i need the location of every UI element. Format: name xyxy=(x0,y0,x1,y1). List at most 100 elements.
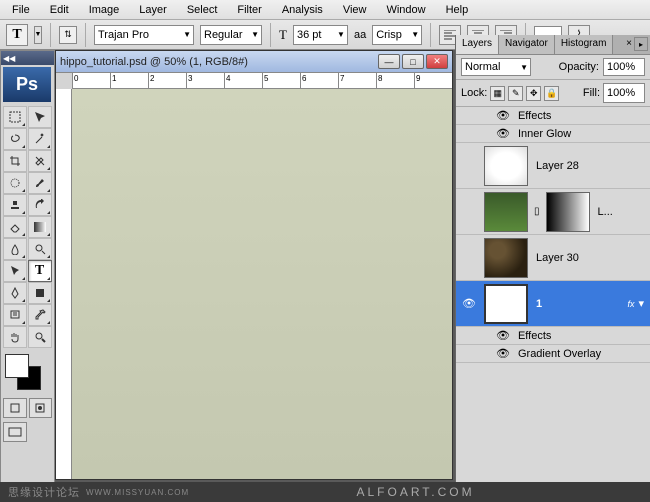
mask-thumbnail[interactable] xyxy=(546,192,590,232)
layer-name[interactable]: L... xyxy=(594,206,648,218)
tool-preset-dropdown[interactable]: ▼ xyxy=(34,26,42,44)
foreground-color-swatch[interactable] xyxy=(5,354,29,378)
lasso-tool[interactable] xyxy=(3,128,27,150)
layer-name[interactable]: Layer 30 xyxy=(532,252,648,264)
layer-row[interactable]: 👁 Layer 28 xyxy=(456,143,650,189)
panel-menu-button[interactable]: ▸ xyxy=(634,37,648,51)
font-family-combo[interactable]: Trajan Pro▼ xyxy=(94,25,194,45)
menu-filter[interactable]: Filter xyxy=(227,2,271,18)
document-titlebar[interactable]: hippo_tutorial.psd @ 50% (1, RGB/8#) — □… xyxy=(56,51,452,73)
visibility-icon[interactable]: 👁 xyxy=(496,329,510,342)
font-style-combo[interactable]: Regular▼ xyxy=(200,25,262,45)
fx-badge[interactable]: fx xyxy=(627,299,634,309)
blend-mode-combo[interactable]: Normal▼ xyxy=(461,58,531,76)
lock-pixels-button[interactable]: ✎ xyxy=(508,86,523,101)
visibility-icon[interactable]: 👁 xyxy=(496,109,510,122)
fill-value: 100% xyxy=(607,87,635,99)
tab-histogram[interactable]: Histogram xyxy=(555,35,614,54)
pen-tool[interactable] xyxy=(3,282,27,304)
menu-window[interactable]: Window xyxy=(376,2,435,18)
layer-row[interactable]: 👁 Layer 30 xyxy=(456,235,650,281)
font-style-value: Regular xyxy=(204,29,243,41)
vertical-ruler[interactable] xyxy=(56,89,72,479)
eyedropper-tool[interactable] xyxy=(28,304,52,326)
lock-all-button[interactable]: 🔒 xyxy=(544,86,559,101)
menu-select[interactable]: Select xyxy=(177,2,228,18)
eraser-tool[interactable] xyxy=(3,216,27,238)
dodge-tool[interactable] xyxy=(28,238,52,260)
antialiasing-value: Crisp xyxy=(376,29,402,41)
type-tool[interactable]: T xyxy=(28,260,52,282)
blend-mode-value: Normal xyxy=(465,61,500,73)
text-orientation-button[interactable]: ⇅ xyxy=(59,26,77,44)
gradient-tool[interactable] xyxy=(28,216,52,238)
effects-label: Effects xyxy=(518,110,551,122)
move-tool[interactable] xyxy=(28,106,52,128)
layer-thumbnail[interactable] xyxy=(484,146,528,186)
brush-tool[interactable] xyxy=(28,172,52,194)
divider xyxy=(85,23,86,47)
layer-row[interactable]: 👁 ▯ L... xyxy=(456,189,650,235)
wand-tool[interactable] xyxy=(28,128,52,150)
menu-analysis[interactable]: Analysis xyxy=(272,2,333,18)
quickmask-mode-button[interactable] xyxy=(29,398,53,418)
tools-palette-header[interactable]: ◀◀ xyxy=(1,51,54,65)
notes-tool[interactable] xyxy=(3,304,27,326)
fill-label: Fill: xyxy=(583,87,600,99)
visibility-icon[interactable]: 👁 xyxy=(496,347,510,360)
tool-preset-icon[interactable]: T xyxy=(6,24,28,46)
history-brush-tool[interactable] xyxy=(28,194,52,216)
layer-row[interactable]: 👁 1 fx ▾ xyxy=(456,281,650,327)
canvas[interactable] xyxy=(72,89,452,479)
tab-navigator[interactable]: Navigator xyxy=(499,35,555,54)
antialiasing-combo[interactable]: Crisp▼ xyxy=(372,25,422,45)
fx-dropdown-icon[interactable]: ▾ xyxy=(638,297,644,310)
maximize-button[interactable]: □ xyxy=(402,54,424,69)
menu-help[interactable]: Help xyxy=(436,2,479,18)
visibility-icon[interactable]: 👁 xyxy=(496,127,510,140)
blur-tool[interactable] xyxy=(3,238,27,260)
panel-close-icon[interactable]: × xyxy=(626,38,632,49)
inner-glow-row[interactable]: 👁 Inner Glow xyxy=(456,125,650,143)
font-size-combo[interactable]: 36 pt▼ xyxy=(293,25,348,45)
zoom-tool[interactable] xyxy=(28,326,52,348)
lock-transparency-button[interactable]: ▦ xyxy=(490,86,505,101)
screen-mode-button[interactable] xyxy=(3,422,27,442)
heal-tool[interactable] xyxy=(3,172,27,194)
visibility-toggle[interactable]: 👁 xyxy=(462,297,476,310)
close-button[interactable]: ✕ xyxy=(426,54,448,69)
document-window: hippo_tutorial.psd @ 50% (1, RGB/8#) — □… xyxy=(55,50,453,480)
opacity-input[interactable]: 100% xyxy=(603,58,645,76)
layer-name[interactable]: Layer 28 xyxy=(532,160,648,172)
shape-tool[interactable] xyxy=(28,282,52,304)
layer-name[interactable]: 1 xyxy=(532,298,627,310)
layer-thumbnail[interactable] xyxy=(484,192,528,232)
hand-tool[interactable] xyxy=(3,326,27,348)
horizontal-ruler[interactable]: 012345678910 xyxy=(72,73,452,89)
stamp-tool[interactable] xyxy=(3,194,27,216)
crop-tool[interactable] xyxy=(3,150,27,172)
layer-thumbnail[interactable] xyxy=(484,284,528,324)
fill-input[interactable]: 100% xyxy=(603,83,645,103)
color-swatches xyxy=(1,350,54,396)
effects-row[interactable]: 👁 Effects xyxy=(456,107,650,125)
path-select-tool[interactable] xyxy=(3,260,27,282)
lock-position-button[interactable]: ✥ xyxy=(526,86,541,101)
slice-tool[interactable] xyxy=(28,150,52,172)
menu-edit[interactable]: Edit xyxy=(40,2,79,18)
menu-layer[interactable]: Layer xyxy=(129,2,177,18)
watermark-center: ALFOART.COM xyxy=(356,485,474,499)
antialiasing-icon: aa xyxy=(354,29,366,41)
menu-image[interactable]: Image xyxy=(79,2,130,18)
marquee-tool[interactable] xyxy=(3,106,27,128)
gradient-overlay-row[interactable]: 👁 Gradient Overlay xyxy=(456,345,650,363)
tools-palette: ◀◀ Ps T xyxy=(0,50,55,502)
tab-layers[interactable]: Layers xyxy=(456,35,499,54)
link-icon: ▯ xyxy=(534,206,540,217)
menu-view[interactable]: View xyxy=(333,2,377,18)
standard-mode-button[interactable] xyxy=(3,398,27,418)
effects-row[interactable]: 👁 Effects xyxy=(456,327,650,345)
layer-thumbnail[interactable] xyxy=(484,238,528,278)
menu-file[interactable]: File xyxy=(2,2,40,18)
minimize-button[interactable]: — xyxy=(378,54,400,69)
